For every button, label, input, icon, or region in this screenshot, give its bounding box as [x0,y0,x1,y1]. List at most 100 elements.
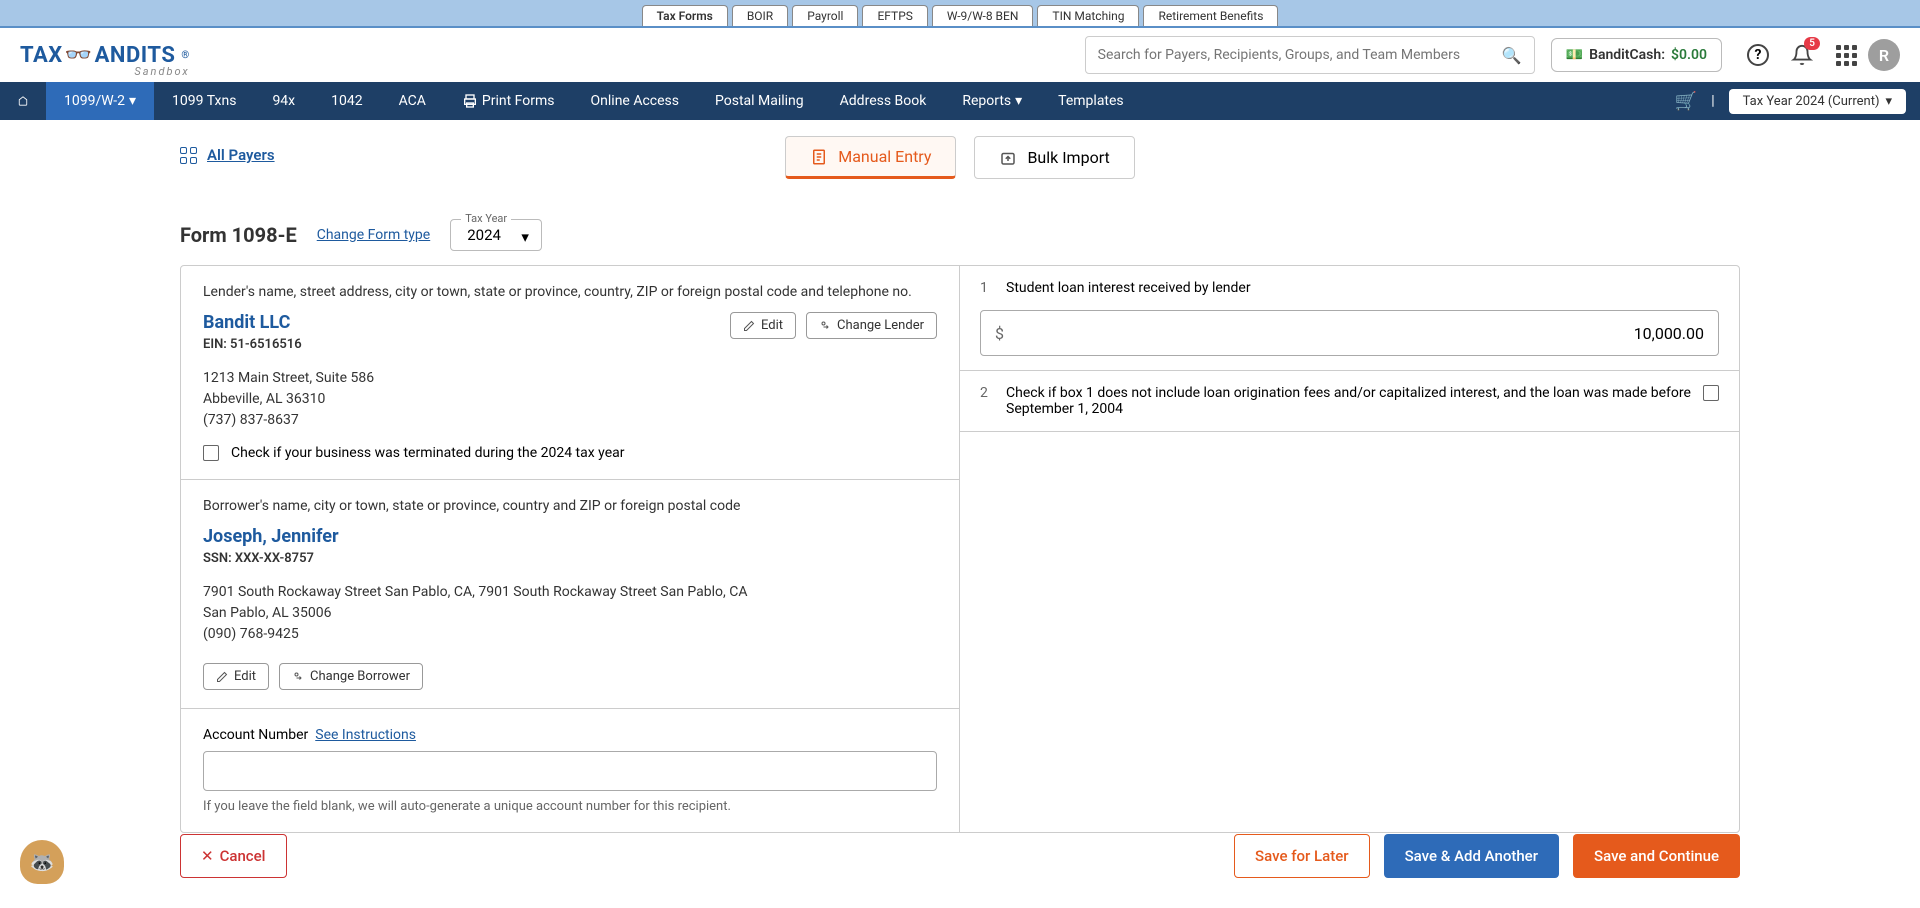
search-input[interactable] [1098,47,1502,63]
box2-number: 2 [980,385,994,401]
account-number-section: Account Number See Instructions If you l… [181,709,959,832]
account-label: Account Number [203,727,308,743]
tax-year-dropdown[interactable]: Tax Year 2024 (Current)▾ [1729,89,1906,114]
cash-icon: 💵 [1566,47,1583,63]
change-borrower-button[interactable]: Change Borrower [279,663,423,690]
box-2-section: 2 Check if box 1 does not include loan o… [960,371,1739,432]
borrower-name: Joseph, Jennifer [203,526,937,547]
help-button[interactable]: ? [1744,41,1772,69]
pencil-icon [216,671,228,683]
printer-icon [462,93,478,109]
main-nav: 1099/W-2▾ 1099 Txns 94x 1042 ACA Print F… [0,82,1920,120]
borrower-ssn: SSN: XXX-XX-8757 [203,551,937,566]
box1-amount-input[interactable] [1004,324,1704,343]
chevron-down-icon: ▾ [1015,93,1022,109]
nav-address-book[interactable]: Address Book [822,82,945,120]
borrower-address-2: San Pablo, AL 35006 [203,603,937,624]
lender-phone: (737) 837-8637 [203,410,937,431]
tab-retirement[interactable]: Retirement Benefits [1143,5,1278,26]
save-add-another-button[interactable]: Save & Add Another [1384,834,1559,878]
apps-button[interactable] [1832,41,1860,69]
tax-year-select[interactable]: Tax Year 2024 [450,219,542,251]
borrower-section-label: Borrower's name, city or town, state or … [203,498,937,514]
upload-icon [999,149,1017,167]
chevron-down-icon: ▾ [1885,94,1892,109]
edit-borrower-button[interactable]: Edit [203,663,269,690]
terminated-checkbox[interactable] [203,445,219,461]
change-lender-button[interactable]: Change Lender [806,312,937,339]
form-title: Form 1098-E [180,223,297,247]
terminated-label: Check if your business was terminated du… [231,445,625,461]
dollar-icon: $ [995,324,1004,343]
lender-section-label: Lender's name, street address, city or t… [203,284,937,300]
search-icon[interactable]: 🔍 [1502,46,1522,65]
nav-1099w2[interactable]: 1099/W-2▾ [46,82,154,120]
nav-home[interactable] [0,82,46,120]
entry-mode-tabs: Manual Entry Bulk Import [0,136,1920,179]
logo-glasses-icon: 👓 [65,43,93,68]
nav-templates[interactable]: Templates [1040,82,1142,120]
close-icon: ✕ [201,847,214,865]
nav-94x[interactable]: 94x [254,82,313,120]
nav-print-forms[interactable]: Print Forms [444,82,573,120]
user-avatar[interactable]: R [1868,39,1900,71]
nav-online-access[interactable]: Online Access [573,82,697,120]
borrower-address-1: 7901 South Rockaway Street San Pablo, CA… [203,582,937,603]
cancel-button[interactable]: ✕ Cancel [180,834,287,878]
global-search[interactable]: 🔍 [1085,36,1535,74]
logo-reg: ® [181,50,189,61]
tab-bulk-import[interactable]: Bulk Import [974,136,1134,179]
nav-reports[interactable]: Reports▾ [944,82,1040,120]
see-instructions-link[interactable]: See Instructions [315,727,416,743]
lender-ein: EIN: 51-6516516 [203,337,302,352]
bandit-cash-amount: $0.00 [1671,47,1707,63]
lender-address-2: Abbeville, AL 36310 [203,389,937,410]
box-1-section: 1 Student loan interest received by lend… [960,266,1739,371]
bandit-cash-label: BanditCash: [1589,47,1665,63]
nav-aca[interactable]: ACA [381,82,444,120]
account-number-input[interactable] [203,751,937,791]
tab-tax-forms[interactable]: Tax Forms [642,5,728,26]
nav-postal[interactable]: Postal Mailing [697,82,822,120]
box1-label: Student loan interest received by lender [1006,280,1719,296]
change-form-type-link[interactable]: Change Form type [317,227,431,243]
chevron-down-icon: ▾ [129,93,136,109]
app-header: TAX 👓 ANDITS ® Sandbox 🔍 💵 BanditCash: $… [0,28,1920,82]
home-icon [18,92,28,110]
notifications-button[interactable]: 5 [1788,41,1816,69]
apps-grid-icon [1836,45,1857,66]
product-tabs: Tax Forms BOIR Payroll EFTPS W-9/W-8 BEN… [0,0,1920,28]
borrower-section: Borrower's name, city or town, state or … [181,480,959,709]
year-label: Tax Year [461,212,511,225]
save-for-later-button[interactable]: Save for Later [1234,834,1370,878]
box1-number: 1 [980,280,994,296]
save-continue-button[interactable]: Save and Continue [1573,834,1740,878]
nav-1042[interactable]: 1042 [313,82,380,120]
mascot-icon[interactable]: 🦝 [20,840,64,884]
tab-manual-entry[interactable]: Manual Entry [785,136,956,179]
document-icon [810,148,828,166]
account-help-text: If you leave the field blank, we will au… [203,799,937,814]
form-1098e-card: Lender's name, street address, city or t… [180,265,1740,833]
box2-label: Check if box 1 does not include loan ori… [1006,385,1691,417]
tab-boir[interactable]: BOIR [732,5,788,26]
logo-sandbox: Sandbox [134,65,189,78]
lender-address-1: 1213 Main Street, Suite 586 [203,368,937,389]
tab-tin[interactable]: TIN Matching [1037,5,1139,26]
cart-icon[interactable]: 🛒 [1675,91,1697,112]
tab-w9w8[interactable]: W-9/W-8 BEN [932,5,1034,26]
borrower-phone: (090) 768-9425 [203,624,937,645]
lender-name: Bandit LLC [203,312,302,333]
bandit-cash-button[interactable]: 💵 BanditCash: $0.00 [1551,38,1722,72]
tab-payroll[interactable]: Payroll [792,5,858,26]
tab-eftps[interactable]: EFTPS [862,5,927,26]
box2-checkbox[interactable] [1703,385,1719,401]
help-icon: ? [1747,44,1769,66]
notification-badge: 5 [1804,37,1820,50]
logo-pre: TAX [20,43,63,68]
box1-input-wrap[interactable]: $ [980,310,1719,356]
edit-lender-button[interactable]: Edit [730,312,796,339]
nav-1099txns[interactable]: 1099 Txns [154,82,254,120]
pencil-icon [743,320,755,332]
logo[interactable]: TAX 👓 ANDITS ® Sandbox [20,43,190,68]
